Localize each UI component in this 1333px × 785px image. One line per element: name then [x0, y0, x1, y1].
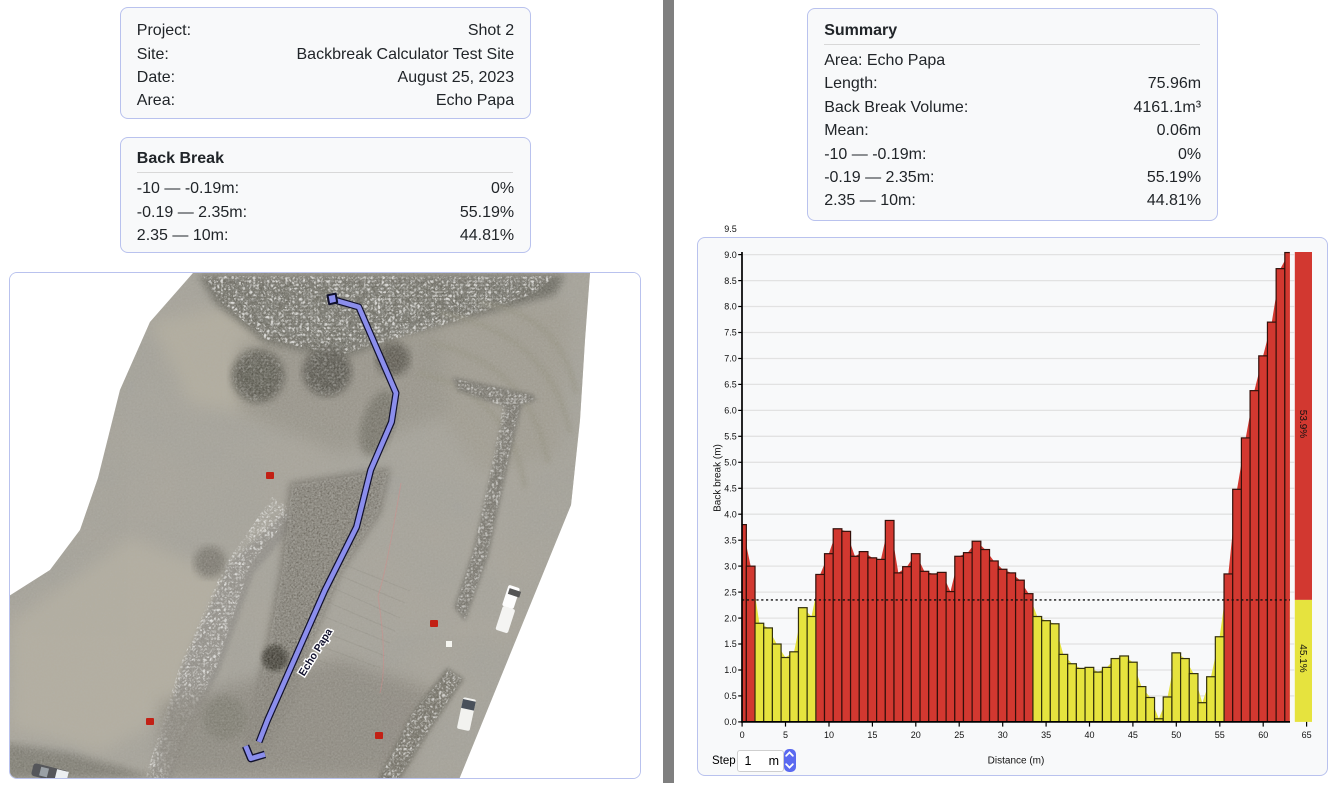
svg-text:50: 50: [1171, 730, 1181, 740]
svg-text:9.0: 9.0: [724, 250, 737, 260]
svg-text:7.0: 7.0: [724, 354, 737, 364]
svg-text:53.9%: 53.9%: [1297, 410, 1308, 438]
svg-text:20: 20: [911, 730, 921, 740]
svg-text:6.5: 6.5: [724, 380, 737, 390]
svg-text:9.5: 9.5: [724, 224, 737, 234]
svg-text:7.5: 7.5: [724, 328, 737, 338]
svg-text:65: 65: [1302, 730, 1312, 740]
svg-text:0.5: 0.5: [724, 691, 737, 701]
svg-text:55: 55: [1215, 730, 1225, 740]
svg-text:8.5: 8.5: [724, 276, 737, 286]
svg-text:45.1%: 45.1%: [1297, 644, 1308, 672]
svg-text:8.0: 8.0: [724, 302, 737, 312]
svg-text:2.5: 2.5: [724, 587, 737, 597]
svg-text:10: 10: [824, 730, 834, 740]
svg-text:Distance (m): Distance (m): [988, 755, 1045, 766]
svg-text:35: 35: [1041, 730, 1051, 740]
svg-text:5.5: 5.5: [724, 432, 737, 442]
svg-text:Back break (m): Back break (m): [713, 444, 724, 512]
svg-text:3.0: 3.0: [724, 561, 737, 571]
svg-text:45: 45: [1128, 730, 1138, 740]
svg-text:0.0: 0.0: [724, 717, 737, 727]
svg-text:0: 0: [740, 730, 745, 740]
svg-text:60: 60: [1258, 730, 1268, 740]
svg-text:30: 30: [998, 730, 1008, 740]
svg-text:5: 5: [783, 730, 788, 740]
svg-text:2.0: 2.0: [724, 613, 737, 623]
svg-text:40: 40: [1084, 730, 1094, 740]
svg-text:5.0: 5.0: [724, 458, 737, 468]
svg-text:1.0: 1.0: [724, 665, 737, 675]
svg-text:1.5: 1.5: [724, 639, 737, 649]
svg-text:3.5: 3.5: [724, 535, 737, 545]
svg-text:15: 15: [867, 730, 877, 740]
svg-text:6.0: 6.0: [724, 406, 737, 416]
svg-text:25: 25: [954, 730, 964, 740]
svg-text:4.5: 4.5: [724, 484, 737, 494]
svg-text:4.0: 4.0: [724, 509, 737, 519]
